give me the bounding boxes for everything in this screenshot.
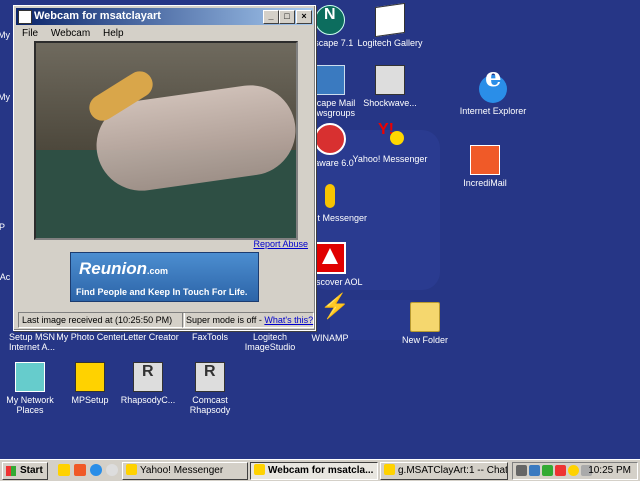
adaware-icon <box>314 123 346 155</box>
desktop-icon-ie[interactable]: Internet Explorer <box>455 73 531 116</box>
yahoo-icon <box>376 123 404 151</box>
mail-icon <box>315 65 345 95</box>
incredimail-quicklaunch-icon[interactable] <box>74 464 86 476</box>
book-icon <box>375 2 405 38</box>
volume-icon[interactable] <box>516 465 527 476</box>
webcam-icon <box>254 464 265 475</box>
rhapsody-icon <box>133 362 163 392</box>
aol-icon <box>314 242 346 274</box>
desktop: My My P Ac etscape 7.1 Logitech Gallery … <box>0 0 640 460</box>
ad-logo: Reunion.com <box>79 259 169 278</box>
task-chat[interactable]: g.MSATClayArt:1 -- Chat <box>380 462 508 480</box>
webcam-window[interactable]: Webcam for msatclayart _ □ × File Webcam… <box>13 5 316 331</box>
chat-icon <box>384 464 395 475</box>
desktop-icon-shockwave[interactable]: Shockwave... <box>352 65 428 108</box>
yahoo-quicklaunch-icon[interactable] <box>58 464 70 476</box>
shockwave-icon <box>375 65 405 95</box>
window-title: Webcam for msatclayart <box>34 10 161 22</box>
desktop-icon-label: New Folder <box>401 335 448 345</box>
maximize-button[interactable]: □ <box>279 10 295 24</box>
folder-icon <box>410 302 440 332</box>
desktop-icon-label: Logitech Gallery <box>357 38 423 48</box>
system-tray: 10:25 PM <box>512 462 638 480</box>
mpsetup-icon <box>75 362 105 392</box>
ie-quicklaunch-icon[interactable] <box>90 464 102 476</box>
desktop-icon-comcast-rhapsody[interactable]: Comcast Rhapsody <box>172 362 248 415</box>
ie-icon <box>479 73 507 103</box>
yahoo-icon <box>126 464 137 475</box>
windows-logo-icon <box>6 466 16 476</box>
clock[interactable]: 10:25 PM <box>588 465 631 476</box>
menu-webcam[interactable]: Webcam <box>51 26 90 42</box>
start-button[interactable]: Start <box>2 462 48 480</box>
menu-bar: File Webcam Help <box>16 26 313 42</box>
desktop-icon-incredimail[interactable]: IncrediMail <box>447 145 523 188</box>
netscape-icon <box>315 5 345 35</box>
close-button[interactable]: × <box>296 10 312 24</box>
aim-icon <box>316 182 344 210</box>
menu-file[interactable]: File <box>22 26 38 42</box>
network-tray-icon[interactable] <box>529 465 540 476</box>
status-last-image: Last image received at (10:25:50 PM) <box>18 312 185 328</box>
desktop-icon-label: Yahoo! Messenger <box>352 154 428 164</box>
desktop-icon-logitech-imagestudio[interactable]: Logitech ImageStudio <box>232 332 308 352</box>
report-abuse-link[interactable]: Report Abuse <box>253 239 308 249</box>
desktop-icon-label: IncrediMail <box>463 178 507 188</box>
aim-tray-icon[interactable] <box>542 465 553 476</box>
rhapsody-icon <box>195 362 225 392</box>
minimize-button[interactable]: _ <box>263 10 279 24</box>
desktop-icon-label: Shockwave... <box>363 98 417 108</box>
envelope-icon <box>470 145 500 175</box>
reunion-ad-banner[interactable]: Reunion.com Find People and Keep In Touc… <box>70 252 259 302</box>
desktop-icon-label: Comcast Rhapsody <box>189 395 231 415</box>
task-yahoo-messenger[interactable]: Yahoo! Messenger <box>122 462 248 480</box>
taskbar: Start Yahoo! Messenger Webcam for msatcl… <box>0 459 640 481</box>
network-icon <box>15 362 45 392</box>
ad-tagline: Find People and Keep In Touch For Life. <box>76 287 248 297</box>
window-titlebar[interactable]: Webcam for msatclayart _ □ × <box>16 8 313 25</box>
desktop-icon-logitech-gallery[interactable]: Logitech Gallery <box>352 2 428 48</box>
whats-this-link[interactable]: What's this? <box>264 315 313 325</box>
winamp-icon <box>316 302 350 330</box>
desktop-icon-label: Internet Explorer <box>459 106 527 116</box>
desktop-icon-yahoo[interactable]: Yahoo! Messenger <box>352 123 428 164</box>
menu-help[interactable]: Help <box>103 26 124 42</box>
smiley-tray-icon[interactable] <box>568 465 579 476</box>
media-quicklaunch-icon[interactable] <box>106 464 118 476</box>
task-webcam[interactable]: Webcam for msatcla... <box>250 462 378 480</box>
webcam-video <box>34 41 298 240</box>
status-super-mode: Super mode is off - What's this? <box>182 312 314 328</box>
yahoo-tray-icon[interactable] <box>555 465 566 476</box>
desktop-icon-label: Logitech ImageStudio <box>244 332 296 352</box>
desktop-icon-new-folder[interactable]: New Folder <box>387 302 463 345</box>
webcam-icon <box>18 10 32 24</box>
